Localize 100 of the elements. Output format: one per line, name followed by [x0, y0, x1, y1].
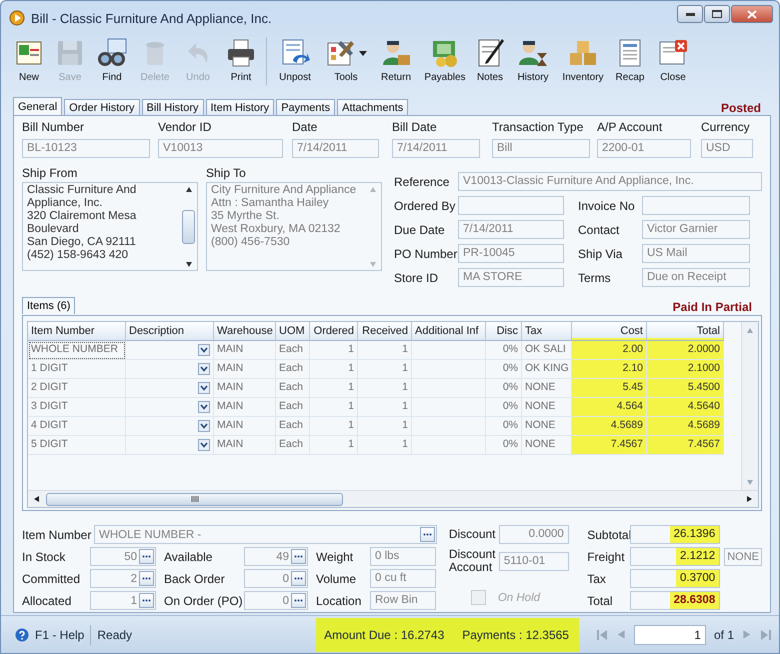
lookup-button[interactable]	[291, 549, 306, 564]
input-field[interactable]	[458, 196, 564, 215]
input-field[interactable]: 50	[90, 547, 156, 566]
scrollbar-thumb[interactable]	[182, 210, 195, 244]
input-field[interactable]: 1	[90, 591, 156, 610]
toolbar-button[interactable]: History	[510, 35, 556, 83]
input-field[interactable]: V10013	[158, 139, 283, 158]
toolbar-button[interactable]: New	[9, 35, 49, 83]
input-field[interactable]: WHOLE NUMBER -	[94, 525, 437, 544]
input-field[interactable]: 0 lbs	[370, 547, 436, 566]
close-button[interactable]	[731, 5, 773, 23]
input-field[interactable]: Bill	[492, 139, 590, 158]
lookup-button[interactable]	[420, 527, 435, 542]
input-field[interactable]	[642, 196, 750, 215]
ellipsis-icon	[294, 599, 303, 602]
toolbar-button[interactable]: Find	[91, 35, 133, 83]
column-header[interactable]: Received	[358, 322, 412, 341]
tab[interactable]: Order History	[64, 99, 140, 115]
column-header[interactable]: Total	[647, 322, 724, 341]
maximize-button[interactable]	[704, 5, 730, 23]
tab[interactable]: Bill History	[142, 99, 204, 115]
input-field[interactable]: V10013-Classic Furniture And Appliance, Inc.	[458, 172, 762, 191]
input-field[interactable]: 0 cu ft	[370, 569, 436, 588]
field-label: PO Number	[394, 246, 458, 260]
input-field[interactable]: PR-10045	[458, 244, 564, 263]
input-field[interactable]: US Mail	[642, 244, 750, 263]
tab[interactable]: Items (6)	[22, 297, 76, 314]
column-header[interactable]: Description	[126, 322, 214, 341]
input-field[interactable]: 7/14/2011	[458, 220, 564, 239]
freight-code-field[interactable]: NONE	[724, 548, 762, 566]
minimize-button[interactable]	[677, 5, 703, 23]
input-field[interactable]: MA STORE	[458, 268, 564, 287]
dropdown-icon[interactable]	[198, 363, 210, 375]
toolbar-button[interactable]: Print	[219, 35, 263, 83]
toolbar-button[interactable]: Return	[372, 35, 420, 83]
scroll-left-icon[interactable]	[32, 495, 40, 503]
input-field[interactable]: 0.0000	[498, 525, 569, 544]
lookup-button[interactable]	[139, 549, 154, 564]
column-header[interactable]: Disc	[486, 322, 522, 341]
scrollbar-thumb[interactable]	[46, 492, 343, 506]
horizontal-scrollbar[interactable]	[28, 490, 758, 507]
input-field[interactable]: 7/14/2011	[292, 139, 379, 158]
lookup-button[interactable]	[291, 593, 306, 608]
toolbar-button[interactable]: Tools	[320, 35, 372, 83]
ellipsis-icon	[142, 577, 151, 580]
column-header[interactable]: Cost	[572, 322, 647, 341]
input-field[interactable]: 49	[244, 547, 308, 566]
input-field[interactable]: Due on Receipt	[642, 268, 750, 287]
input-field[interactable]: USD	[701, 139, 753, 158]
table-cell: MAIN	[214, 341, 276, 360]
input-field[interactable]: Row Bin	[370, 591, 436, 610]
lookup-button[interactable]	[291, 571, 306, 586]
toolbar-button[interactable]: Close	[650, 35, 696, 83]
input-field[interactable]: 2	[90, 569, 156, 588]
toolbar-button[interactable]: Inventory	[556, 35, 610, 83]
column-header[interactable]: Additional Inf	[412, 322, 486, 341]
input-field[interactable]: 0	[244, 569, 308, 588]
column-header[interactable]: Tax	[522, 322, 572, 341]
tab[interactable]: Item History	[206, 99, 274, 115]
table-cell: Each	[276, 379, 310, 398]
input-field[interactable]: 5110-01	[498, 552, 569, 570]
dropdown-icon[interactable]	[198, 401, 210, 413]
address-field[interactable]: Classic Furniture And Appliance, Inc. 320 Clairemont Mesa Boulevard San Diego, CA 92111 (452) 158-9643 420	[22, 182, 198, 271]
lookup-button[interactable]	[139, 571, 154, 586]
tab[interactable]: General	[13, 97, 62, 115]
scroll-right-icon[interactable]	[746, 495, 754, 503]
input-field[interactable]: 0	[244, 591, 308, 610]
toolbar-button[interactable]: Payables	[420, 35, 470, 83]
input-field[interactable]: 0.3700	[630, 569, 720, 588]
help-text: F1 - Help	[35, 628, 84, 642]
input-field[interactable]: 2.1212	[630, 547, 720, 566]
toolbar-button[interactable]: Unpost	[270, 35, 320, 83]
tab[interactable]: Payments	[276, 99, 336, 115]
column-header[interactable]: Item Number	[28, 322, 126, 341]
scroll-up-icon[interactable]	[184, 185, 192, 193]
field-label: Item Number	[22, 528, 92, 542]
column-header[interactable]: Ordered	[310, 322, 358, 341]
help-icon[interactable]	[15, 628, 29, 642]
input-field[interactable]: 2200-01	[597, 139, 691, 158]
input-field[interactable]: 7/14/2011	[392, 139, 480, 158]
input-field[interactable]: 28.6308	[630, 591, 720, 610]
column-header[interactable]: UOM	[276, 322, 310, 341]
tab[interactable]: Attachments	[337, 99, 408, 115]
dropdown-icon[interactable]	[198, 382, 210, 394]
field-label: Tax	[587, 572, 607, 586]
dropdown-icon[interactable]	[198, 344, 210, 356]
toolbar-button[interactable]: Recap	[610, 35, 650, 83]
dropdown-icon[interactable]	[198, 420, 210, 432]
table-cell: 4.5640	[647, 398, 724, 417]
column-header[interactable]: Warehouse	[214, 322, 276, 341]
scroll-down-icon[interactable]	[184, 260, 192, 268]
dropdown-icon[interactable]	[198, 439, 210, 451]
input-field[interactable]: BL-10123	[22, 139, 150, 158]
input-field[interactable]: 26.1396	[630, 525, 720, 544]
field-label: Weight	[316, 550, 354, 564]
page-field[interactable]: 1	[634, 624, 706, 644]
lookup-button[interactable]	[139, 593, 154, 608]
input-field[interactable]: Victor Garnier	[642, 220, 750, 239]
toolbar-button[interactable]: Notes	[470, 35, 510, 83]
field-label: Store ID	[394, 270, 440, 284]
